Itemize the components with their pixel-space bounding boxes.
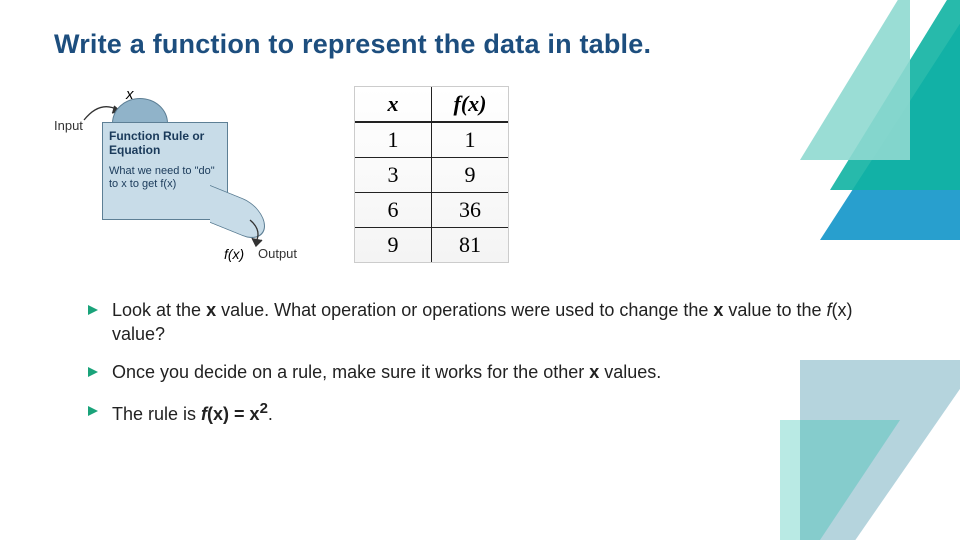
table-row: 39 [355, 157, 508, 192]
bullet-list: Look at the x value. What operation or o… [88, 298, 906, 426]
table-header-row: x f(x) [355, 87, 508, 122]
decorative-triangle [780, 420, 900, 540]
data-table: x f(x) 11 39 636 981 [354, 86, 509, 263]
table-header: f(x) [432, 87, 509, 122]
slide-title: Write a function to represent the data i… [54, 28, 906, 62]
table-row: 636 [355, 192, 508, 227]
list-item: Once you decide on a rule, make sure it … [88, 360, 906, 384]
content-row: Input x Function Rule or Equation What w… [54, 86, 906, 276]
function-machine-diagram: Input x Function Rule or Equation What w… [54, 86, 274, 276]
table-row: 11 [355, 122, 508, 158]
output-label: Output [258, 246, 297, 261]
machine-box-subtitle: What we need to "do" to x to get f(x) [103, 159, 227, 191]
slide: Write a function to represent the data i… [0, 0, 960, 540]
machine-box-title: Function Rule or Equation [103, 123, 227, 159]
table-row: 981 [355, 227, 508, 262]
output-arrow-icon [248, 218, 278, 248]
list-item: Look at the x value. What operation or o… [88, 298, 906, 347]
table-header: x [355, 87, 432, 122]
fx-label: f(x) [224, 246, 244, 262]
input-label: Input [54, 118, 83, 133]
list-item: The rule is f(x) = x2. [88, 399, 906, 426]
